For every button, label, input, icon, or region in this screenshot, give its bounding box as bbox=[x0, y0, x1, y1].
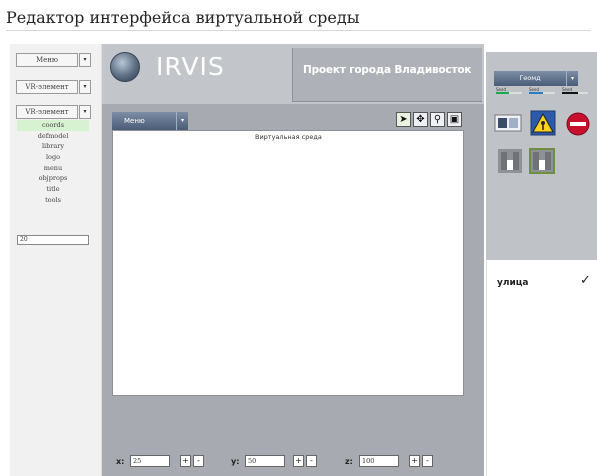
list-item[interactable]: menu bbox=[17, 163, 89, 174]
chevron-down-icon[interactable]: ▾ bbox=[176, 112, 188, 130]
list-item[interactable]: tools bbox=[17, 195, 89, 206]
z-plus-button[interactable]: + bbox=[409, 455, 420, 467]
title-divider bbox=[6, 30, 591, 31]
project-title: Проект города Владивосток bbox=[303, 64, 472, 76]
y-plus-button[interactable]: + bbox=[293, 455, 304, 467]
x-minus-button[interactable]: - bbox=[193, 455, 204, 467]
chevron-down-icon[interactable]: ▾ bbox=[79, 53, 91, 67]
slider-fill bbox=[529, 92, 544, 94]
list-item[interactable]: coords bbox=[17, 120, 89, 131]
slider-green[interactable]: Seed bbox=[496, 87, 524, 94]
chevron-down-icon[interactable]: ▾ bbox=[566, 71, 578, 86]
x-label: x: bbox=[116, 457, 125, 466]
globe-logo-icon bbox=[110, 52, 140, 82]
crosswalk-sign-icon[interactable] bbox=[530, 110, 556, 136]
no-entry-sign-icon[interactable] bbox=[564, 112, 592, 136]
properties-panel bbox=[486, 262, 597, 476]
logo-text: IRVIS bbox=[156, 52, 225, 81]
y-minus-button[interactable]: - bbox=[306, 455, 317, 467]
slider-fill bbox=[562, 92, 578, 94]
list-item[interactable]: title bbox=[17, 184, 89, 195]
list-item[interactable]: objprops bbox=[17, 173, 89, 184]
road-object-icon[interactable] bbox=[494, 112, 524, 134]
workspace-menu-button[interactable]: Меню bbox=[112, 112, 176, 130]
pointer-icon[interactable]: ➤ bbox=[396, 112, 411, 127]
y-input[interactable]: 50 bbox=[245, 455, 285, 467]
canvas-label: Виртуальная среда bbox=[255, 133, 322, 141]
slider-black[interactable]: Seed bbox=[562, 87, 590, 94]
y-label: y: bbox=[231, 457, 240, 466]
left-menu-button[interactable]: Меню bbox=[16, 53, 78, 67]
chevron-down-icon[interactable]: ▾ bbox=[79, 105, 91, 119]
window-icon[interactable]: ▣ bbox=[447, 112, 462, 127]
page-title: Редактор интерфейса виртуальной среды bbox=[6, 8, 360, 27]
slider-blue[interactable]: Seed bbox=[529, 87, 557, 94]
element-list: coords defmodel library logo menu objpro… bbox=[17, 120, 89, 206]
z-minus-button[interactable]: - bbox=[422, 455, 433, 467]
list-item[interactable]: logo bbox=[17, 152, 89, 163]
x-plus-button[interactable]: + bbox=[180, 455, 191, 467]
left-vr-element-button-2[interactable]: VR-элемент bbox=[16, 105, 78, 119]
geometry-button[interactable]: Геомд bbox=[494, 71, 566, 86]
chevron-down-icon[interactable]: ▾ bbox=[79, 80, 91, 94]
z-label: z: bbox=[345, 457, 353, 466]
zoom-icon[interactable]: ⚲ bbox=[430, 112, 445, 127]
slider-fill bbox=[496, 92, 509, 94]
list-item[interactable]: defmodel bbox=[17, 131, 89, 142]
z-input[interactable]: 100 bbox=[359, 455, 399, 467]
checkbox-icon[interactable]: ✓ bbox=[580, 273, 591, 288]
left-vr-element-button-1[interactable]: VR-элемент bbox=[16, 80, 78, 94]
list-item[interactable]: library bbox=[17, 141, 89, 152]
virtual-environment-canvas[interactable] bbox=[112, 130, 464, 396]
building-green-icon[interactable] bbox=[529, 148, 555, 174]
move-icon[interactable]: ✥ bbox=[413, 112, 428, 127]
size-input[interactable]: 20 bbox=[17, 235, 89, 245]
building-gray-icon[interactable] bbox=[497, 148, 523, 174]
x-input[interactable]: 25 bbox=[130, 455, 170, 467]
property-label: улица bbox=[497, 278, 529, 288]
